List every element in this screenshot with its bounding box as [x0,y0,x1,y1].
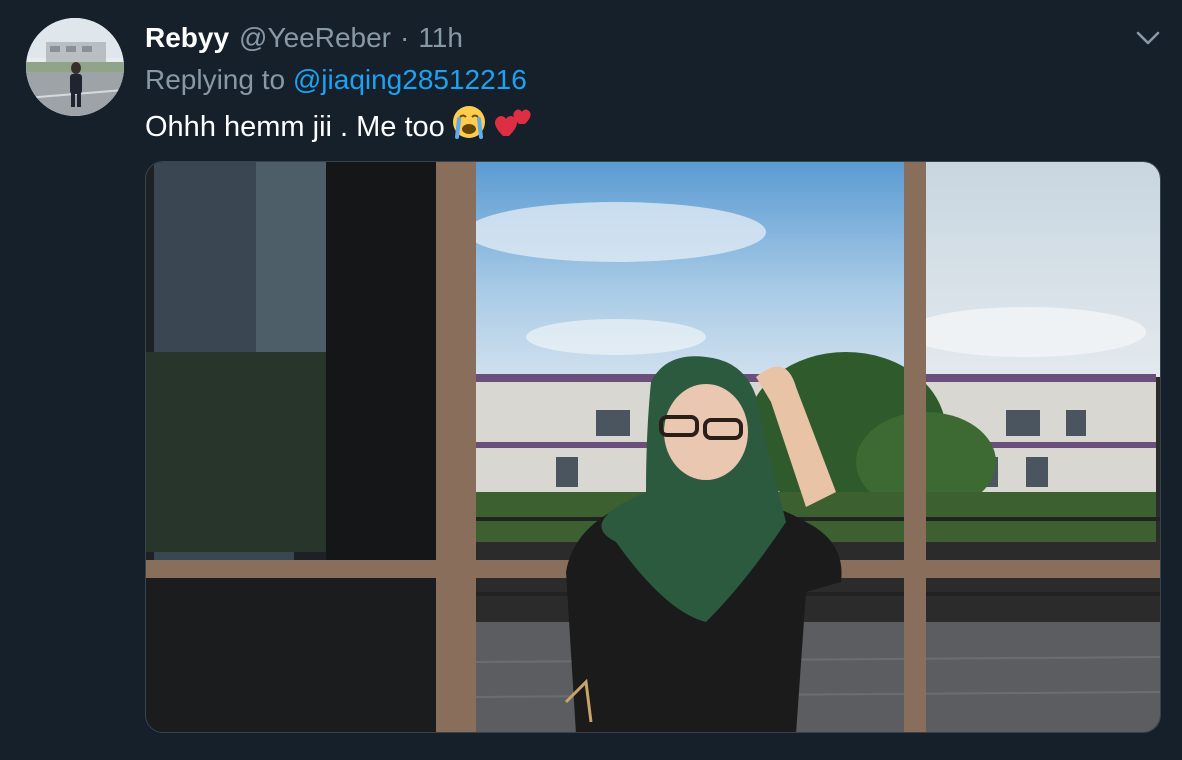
loudly-crying-face-icon [451,104,487,150]
tweet-header: Rebyy @YeeReber · 11h [145,20,463,56]
tweet-text: Ohhh hemm jii . Me too [145,104,533,150]
tweet-text-content: Ohhh hemm jii . Me too [145,111,445,143]
replying-to-mention[interactable]: @jiaqing28512216 [293,64,527,95]
user-handle[interactable]: @YeeReber [239,20,391,56]
two-hearts-icon [493,104,533,150]
replying-to-line: Replying to @jiaqing28512216 [145,62,527,98]
replying-to-label: Replying to [145,64,286,95]
display-name[interactable]: Rebyy [145,20,229,56]
chevron-down-icon[interactable] [1132,24,1164,52]
timestamp[interactable]: 11h [418,20,463,56]
tweet-photo[interactable] [145,161,1161,733]
avatar[interactable] [26,18,124,116]
tweet[interactable]: Rebyy @YeeReber · 11h Replying to @jiaqi… [0,0,1182,760]
separator-dot: · [399,22,410,53]
